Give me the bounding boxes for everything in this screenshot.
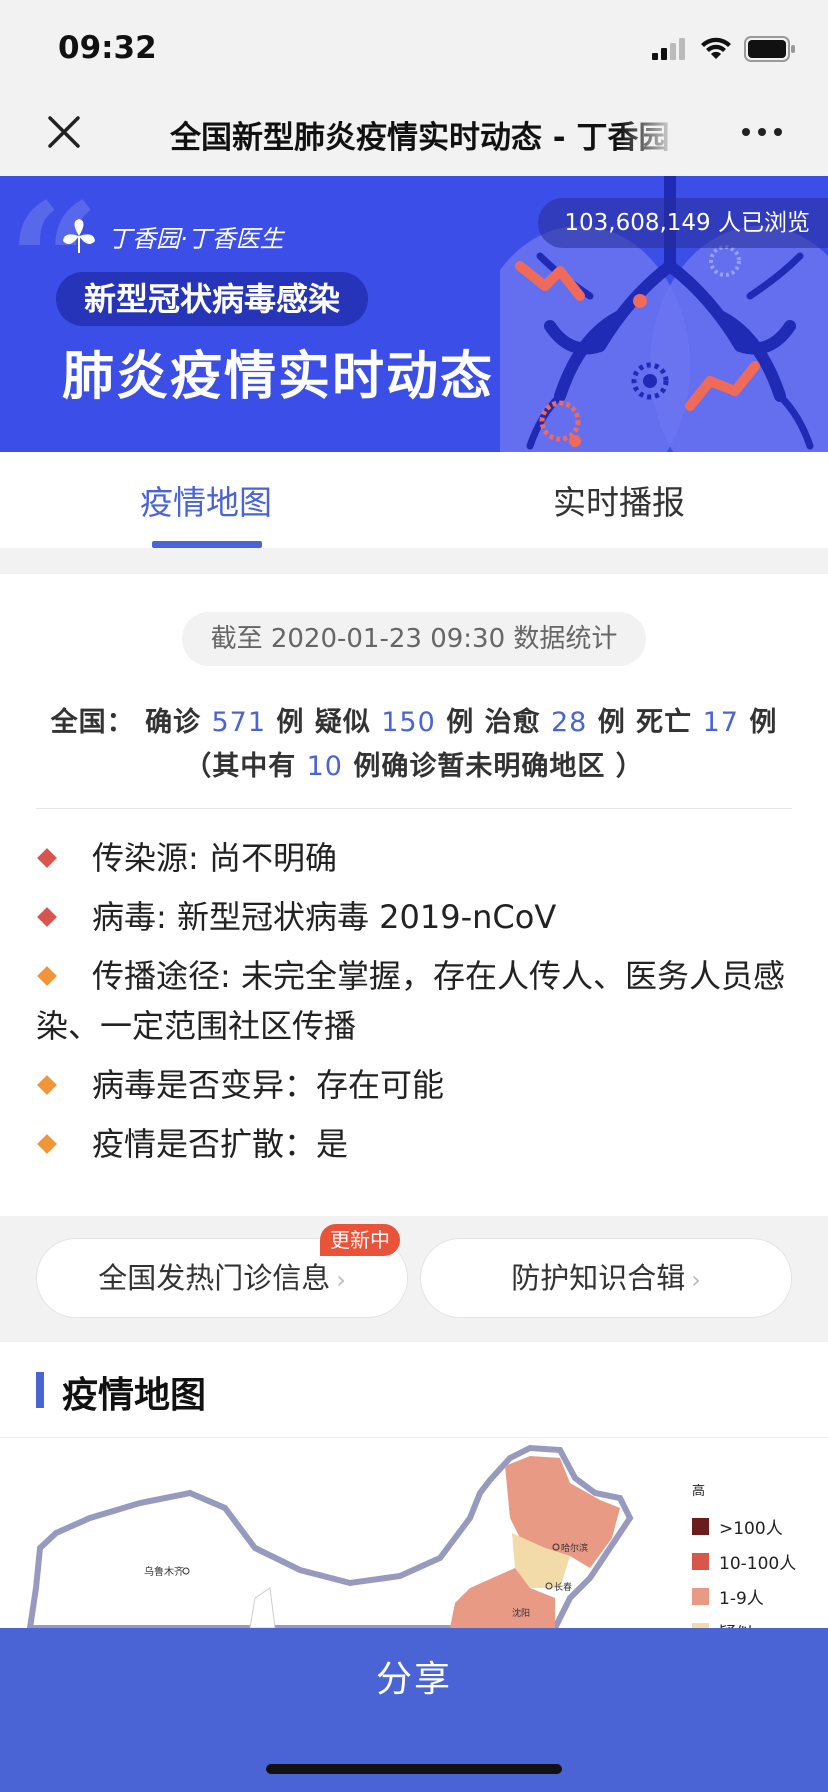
title-fade <box>620 96 680 176</box>
clove-flower-icon <box>63 219 95 253</box>
view-count: 103,608,149 人已浏览 <box>538 198 828 248</box>
diamond-bullet-icon <box>37 966 57 986</box>
section-title: 疫情地图 <box>62 1375 207 1416</box>
fact-item: 传播途径: 未完全掌握，存在人传人、医务人员感染、一定范围社区传播 <box>36 951 792 1051</box>
fact-text: 病毒是否变异：存在可能 <box>92 1066 445 1104</box>
unclear-prefix: （其中有 <box>184 751 297 782</box>
nav-bar: 全国新型肺炎疫情实时动态 - 丁香园 <box>0 96 828 176</box>
unit-label: 例 <box>597 707 626 738</box>
legend-title: 高 <box>692 1484 706 1499</box>
tab-epidemic-map[interactable]: 疫情地图 <box>140 476 272 524</box>
home-indicator[interactable] <box>266 1764 562 1774</box>
suspected-label: 疑似 <box>314 707 371 738</box>
dead-label: 死亡 <box>636 707 693 738</box>
fact-text: 疫情是否扩散：是 <box>92 1125 349 1163</box>
fact-text: 传染源: 尚不明确 <box>92 839 337 877</box>
protection-guide-label: 防护知识合辑 <box>511 1261 686 1295</box>
summary-prefix: 全国： <box>50 707 135 738</box>
unit-label: 例 <box>276 707 305 738</box>
more-options-icon[interactable] <box>740 122 784 142</box>
wifi-icon <box>701 37 731 59</box>
diamond-bullet-icon <box>37 1075 57 1095</box>
diamond-bullet-icon <box>37 907 57 927</box>
diamond-bullet-icon <box>37 848 57 868</box>
unit-label: 例 <box>446 707 475 738</box>
legend-item: 10-100人 <box>692 1544 796 1579</box>
cured-label: 治愈 <box>484 707 541 738</box>
unclear-count: 10 <box>306 751 343 782</box>
battery-icon <box>744 36 795 62</box>
legend-label: 1-9人 <box>719 1589 764 1609</box>
legend-label: 疑似 <box>719 1619 753 1628</box>
map-legend: 高 >100人 10-100人 1-9人 疑似 <box>692 1480 796 1628</box>
legend-swatch <box>692 1553 709 1570</box>
section-accent-bar <box>36 1372 44 1408</box>
suspected-count: 150 <box>381 707 436 738</box>
hero-banner: “ 103,608,149 人已浏览 丁香园·丁香医生 新型冠状病毒感染 肺炎疫… <box>0 176 828 452</box>
city-label: 哈尔滨 <box>561 1542 588 1554</box>
active-tab-indicator <box>152 541 262 548</box>
tab-bar: 疫情地图 实时播报 <box>0 452 828 548</box>
protection-guide-button[interactable]: 防护知识合辑 › <box>420 1238 792 1318</box>
page-title: 全国新型肺炎疫情实时动态 - 丁香园 <box>170 120 670 156</box>
cured-count: 28 <box>551 707 588 738</box>
chevron-right-icon: › <box>336 1266 346 1294</box>
unit-label: 例 <box>749 707 778 738</box>
brand-name: 丁香园·丁香医生 <box>108 224 284 253</box>
tab-live-report[interactable]: 实时播报 <box>553 476 685 524</box>
legend-item: 疑似 <box>692 1614 796 1628</box>
share-button[interactable]: 分享 <box>0 1628 828 1792</box>
diamond-bullet-icon <box>37 1134 57 1154</box>
city-label: 长春 <box>554 1581 572 1593</box>
fact-item: 病毒是否变异：存在可能 <box>36 1060 792 1110</box>
legend-swatch <box>692 1518 709 1535</box>
brand-logo: 丁香园·丁香医生 <box>60 216 284 256</box>
status-bar: 09:32 <box>0 0 828 96</box>
banner-headline: 肺炎疫情实时动态 <box>62 347 495 407</box>
updating-badge: 更新中 <box>320 1224 400 1256</box>
banner-subtitle-pill: 新型冠状病毒感染 <box>56 272 369 326</box>
dead-count: 17 <box>702 707 739 738</box>
legend-item: >100人 <box>692 1509 796 1544</box>
confirmed-label: 确诊 <box>145 707 202 738</box>
chevron-right-icon: › <box>691 1266 701 1294</box>
legend-swatch <box>692 1588 709 1605</box>
cellular-signal-icon <box>652 38 685 60</box>
city-label: 乌鲁木齐 <box>144 1565 184 1578</box>
fact-item: 疫情是否扩散：是 <box>36 1119 792 1169</box>
epidemic-map[interactable]: 乌鲁木齐 哈尔滨 长春 沈阳 高 >100人 10-100人 1-9人 疑似 <box>0 1438 828 1628</box>
unclear-suffix: 例确诊暂未明确地区 ） <box>353 751 644 782</box>
divider <box>36 808 792 809</box>
stats-panel: 截至 2020-01-23 09:30 数据统计 全国： 确诊 571 例 疑似… <box>0 574 828 1216</box>
fever-clinics-label: 全国发热门诊信息 <box>98 1261 331 1295</box>
legend-label: >100人 <box>719 1519 783 1539</box>
share-label: 分享 <box>375 1659 452 1700</box>
status-icons <box>652 36 796 62</box>
confirmed-count: 571 <box>211 707 267 738</box>
quick-links: 全国发热门诊信息 › 更新中 防护知识合辑 › <box>0 1216 828 1342</box>
unclear-region-note: （其中有 10 例确诊暂未明确地区 ） <box>0 744 828 783</box>
national-summary: 全国： 确诊 571 例 疑似 150 例 治愈 28 例 死亡 17 例 <box>0 700 828 739</box>
fact-item: 病毒: 新型冠状病毒 2019-nCoV <box>36 892 792 942</box>
legend-item: 1-9人 <box>692 1579 796 1614</box>
status-time: 09:32 <box>58 30 157 66</box>
fact-text: 病毒: 新型冠状病毒 2019-nCoV <box>92 898 557 936</box>
map-section-header: 疫情地图 <box>0 1342 828 1438</box>
stats-date-badge: 截至 2020-01-23 09:30 数据统计 <box>182 612 646 666</box>
close-icon[interactable] <box>44 112 84 152</box>
city-label: 沈阳 <box>512 1607 530 1619</box>
fact-item: 传染源: 尚不明确 <box>36 833 792 883</box>
legend-label: 10-100人 <box>719 1554 797 1574</box>
fact-text: 传播途径: 未完全掌握，存在人传人、医务人员感染、一定范围社区传播 <box>36 957 785 1045</box>
